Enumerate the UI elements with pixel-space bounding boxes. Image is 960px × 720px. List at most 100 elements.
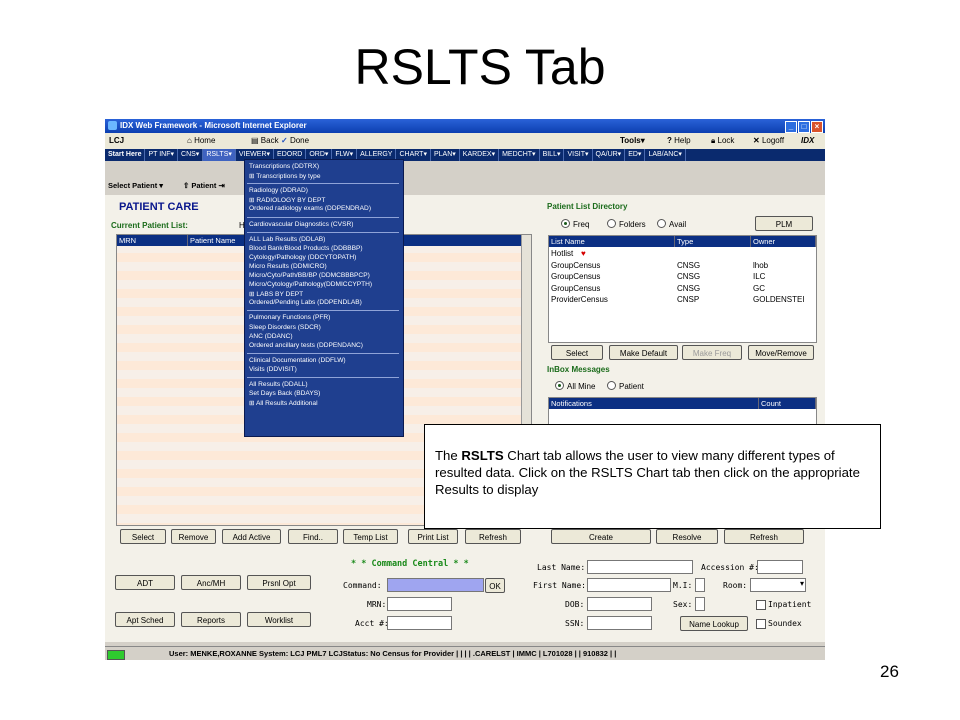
button-add-active[interactable]: Add Active [222,529,281,544]
home-button[interactable]: ⌂ Home [187,133,215,149]
rslts-menu-item[interactable]: Clinical Documentation (DDFLW) [249,357,346,364]
col-count[interactable]: Count [759,398,816,409]
col-list-name[interactable]: List Name [549,236,675,247]
directory-radio-folders[interactable]: Folders [607,219,646,229]
nav-tab[interactable]: BILL▾ [540,149,565,161]
nav-tab[interactable]: LAB/ANC▾ [645,149,686,161]
button-refresh[interactable]: Refresh [724,529,804,544]
rslts-menu-item[interactable]: ⊞ All Results Additional [249,399,318,407]
button-find-[interactable]: Find.. [288,529,338,544]
nav-tab[interactable]: Start Here [105,149,146,161]
rslts-menu-item[interactable]: Blood Bank/Blood Products (DDBBBP) [249,245,363,252]
name-lookup-button[interactable]: Name Lookup [680,616,748,631]
soundex-checkbox[interactable] [756,619,766,629]
plm-button[interactable]: PLM [755,216,813,231]
rslts-menu-item[interactable]: ANC (DDANC) [249,333,293,340]
tools-menu[interactable]: Tools▾ [620,133,645,149]
rslts-menu-item[interactable]: Ordered/Pending Labs (DDPENDLAB) [249,299,362,306]
nav-tab[interactable]: ED▾ [625,149,646,161]
first-name-input[interactable] [587,578,671,592]
inbox-radio-all-mine[interactable]: All Mine [555,381,595,391]
rslts-menu-item[interactable]: Visits (DDVISIT) [249,366,297,373]
dob-input[interactable] [587,597,652,611]
button-adt[interactable]: ADT [115,575,175,590]
col-notifications[interactable]: Notifications [549,398,759,409]
nav-tab[interactable]: QA/UR▾ [593,149,626,161]
rslts-menu-item[interactable]: Transcriptions (DDTRX) [249,163,319,170]
directory-row[interactable]: Hotlist ♥ [549,248,815,259]
col-type[interactable]: Type [675,236,751,247]
button-select[interactable]: Select [551,345,603,360]
done-button[interactable]: ✓ Done [281,133,309,149]
acct-input[interactable] [387,616,452,630]
rslts-menu-item[interactable]: Micro/Cyto/Path/BB/BP (DDMCBBBPCP) [249,272,370,279]
button-temp-list[interactable]: Temp List [343,529,398,544]
rslts-menu-item[interactable]: ⊞ LABS BY DEPT [249,290,303,298]
button-select[interactable]: Select [120,529,166,544]
nav-tab[interactable]: MEDCHT▾ [499,149,540,161]
button-refresh[interactable]: Refresh [465,529,521,544]
lock-button[interactable]: 🔒︎ Lock [711,133,734,149]
rslts-menu-item[interactable]: Cytology/Pathology (DDCYTOPATH) [249,254,356,261]
col-owner[interactable]: Owner [751,236,816,247]
mrn-input[interactable] [387,597,452,611]
button-remove[interactable]: Remove [171,529,216,544]
logoff-button[interactable]: ✕ Logoff [753,133,784,149]
select-patient-button[interactable]: Select Patient ▾ [108,179,163,193]
nav-tab[interactable]: KARDEX▾ [460,149,500,161]
button-move-remove[interactable]: Move/Remove [748,345,814,360]
rslts-menu-item[interactable]: ⊞ Transcriptions by type [249,172,321,180]
sex-input[interactable] [695,597,705,611]
directory-row[interactable]: ProviderCensus CNSP GOLDENSTEI [549,294,815,305]
maximize-button[interactable]: □ [798,121,810,133]
ok-button[interactable]: OK [485,578,505,593]
directory-row[interactable]: GroupCensus CNSG GC [549,283,815,294]
close-button[interactable]: × [811,121,823,133]
rslts-menu-item[interactable]: Micro Results (DDMICRO) [249,263,327,270]
directory-radio-avail[interactable]: Avail [657,219,686,229]
nav-tab[interactable]: CNS▾ [178,149,204,161]
rslts-menu-item[interactable]: ALL Lab Results (DDLAB) [249,236,325,243]
button-prsnl-opt[interactable]: Prsnl Opt [247,575,311,590]
button-make-default[interactable]: Make Default [609,345,678,360]
button-worklist[interactable]: Worklist [247,612,311,627]
inpatient-checkbox[interactable] [756,600,766,610]
directory-row[interactable]: GroupCensus CNSG ILC [549,271,815,282]
button-make-freq[interactable]: Make Freq [682,345,742,360]
directory-grid[interactable]: List Name Type Owner Hotlist ♥ GroupCensus… [548,235,817,343]
room-select[interactable]: ▾ [750,578,806,592]
rslts-menu-item[interactable]: Set Days Back (BDAYS) [249,390,320,397]
last-name-input[interactable] [587,560,693,574]
help-button[interactable]: ? Help [667,133,691,149]
patient-button[interactable]: ⇧ Patient ⇥ [183,179,225,193]
mi-input[interactable] [695,578,705,592]
rslts-menu-item[interactable]: Pulmonary Functions (PFR) [249,314,330,321]
nav-tab[interactable]: RSLTS▾ [203,149,236,161]
nav-tab[interactable]: PLAN▾ [431,149,460,161]
rslts-menu-item[interactable]: Ordered ancillary tests (DDPENDANC) [249,342,363,349]
rslts-menu-item[interactable]: Micro/Cytology/Pathology(DDMICCYPTH) [249,281,372,288]
directory-row[interactable]: GroupCensus CNSG lhob [549,260,815,271]
rslts-menu-item[interactable]: All Results (DDALL) [249,381,308,388]
button-create[interactable]: Create [551,529,651,544]
rslts-menu-item[interactable]: Cardiovascular Diagnostics (CVSR) [249,221,353,228]
rslts-menu-item[interactable]: Ordered radiology exams (DDPENDRAD) [249,205,371,212]
nav-tab[interactable]: PT INF▾ [145,149,179,161]
button-anc-mh[interactable]: Anc/MH [181,575,241,590]
button-print-list[interactable]: Print List [408,529,458,544]
minimize-button[interactable]: _ [785,121,797,133]
rslts-menu-item[interactable]: Sleep Disorders (SDCR) [249,324,321,331]
inbox-radio-patient[interactable]: Patient [607,381,644,391]
command-input[interactable] [387,578,484,592]
rslts-menu-item[interactable]: ⊞ RADIOLOGY BY DEPT [249,196,325,204]
back-button[interactable]: ▤ Back [251,133,279,149]
button-apt-sched[interactable]: Apt Sched [115,612,175,627]
directory-radio-freq[interactable]: Freq [561,219,589,229]
col-mrn[interactable]: MRN [117,235,188,246]
button-resolve[interactable]: Resolve [656,529,718,544]
rslts-menu-item[interactable]: Radiology (DDRAD) [249,187,308,194]
accession-input[interactable] [757,560,803,574]
ssn-input[interactable] [587,616,652,630]
button-reports[interactable]: Reports [181,612,241,627]
nav-tab[interactable]: VISIT▾ [564,149,593,161]
